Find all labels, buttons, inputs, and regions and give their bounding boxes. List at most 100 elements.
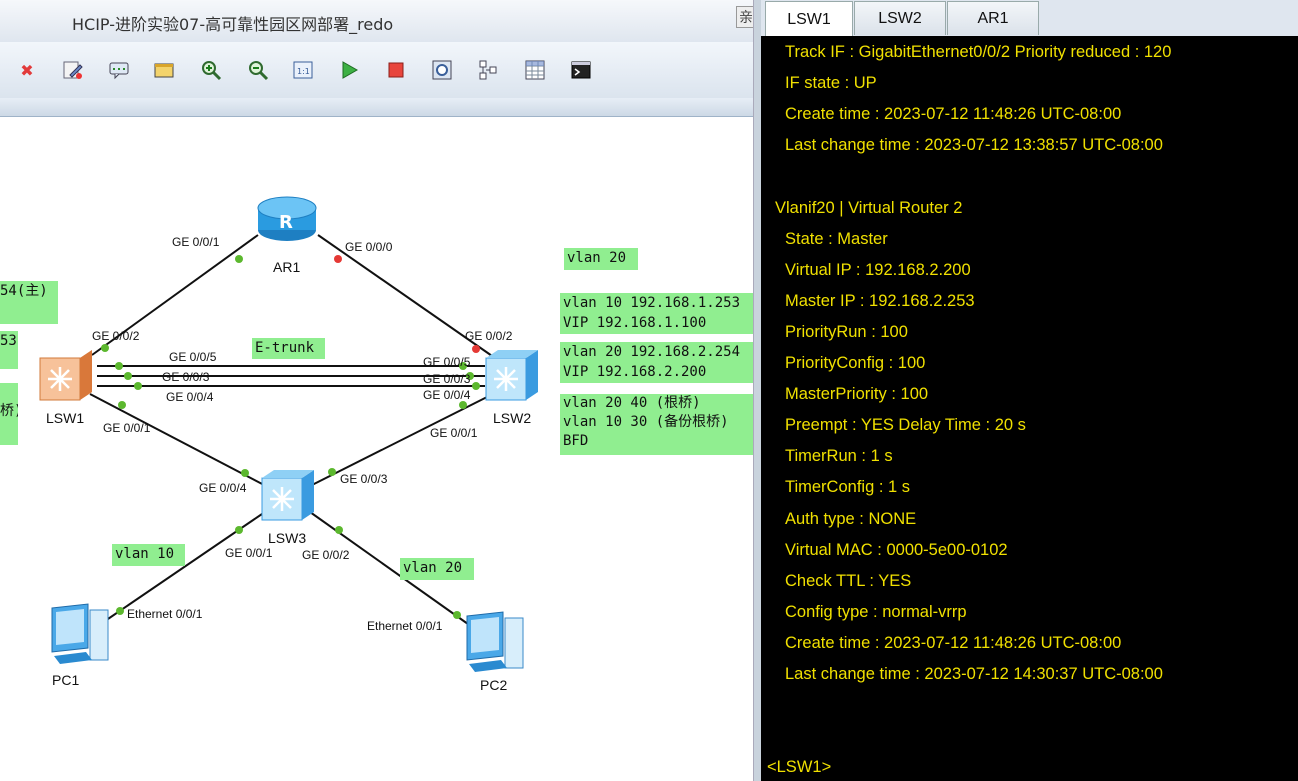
console-window: LSW1 LSW2 AR1 Track IF : GigabitEthernet… bbox=[761, 0, 1298, 781]
port-label: GE 0/0/3 bbox=[162, 370, 210, 384]
port-dot bbox=[472, 382, 480, 390]
device-label-lsw3: LSW3 bbox=[268, 530, 306, 546]
note-lsw2-vlan10[interactable]: vlan 10 192.168.1.253 VIP 192.168.1.100 bbox=[560, 293, 753, 334]
note-lsw2-root[interactable]: vlan 20 40 (根桥) vlan 10 30 (备份根桥) BFD bbox=[560, 394, 753, 455]
console-line: Virtual MAC : 0000-5e00-0102 bbox=[785, 540, 1008, 559]
close-icon[interactable]: ✖ bbox=[16, 59, 38, 81]
topology-canvas[interactable]: R AR1 LSW1 LSW2 LSW3 PC1 PC2 GE 0/0/1 GE… bbox=[0, 117, 753, 781]
console-line: State : Master bbox=[785, 229, 888, 248]
port-label: GE 0/0/3 bbox=[340, 472, 388, 486]
svg-text:1:1: 1:1 bbox=[297, 67, 310, 76]
tab-lsw2[interactable]: LSW2 bbox=[854, 1, 946, 35]
note-lsw2-vlan20[interactable]: vlan 20 192.168.2.254 VIP 192.168.2.200 bbox=[560, 342, 753, 383]
port-dot bbox=[124, 372, 132, 380]
console-line: Track IF : GigabitEthernet0/0/2 Priority… bbox=[785, 43, 1172, 61]
console-line: Create time : 2023-07-12 11:48:26 UTC-08… bbox=[785, 105, 1122, 124]
port-dot bbox=[134, 382, 142, 390]
console-line: Vlanif20 | Virtual Router 2 bbox=[775, 198, 963, 217]
note-left-c[interactable]: 桥) bbox=[0, 383, 18, 445]
window-title-edge: 亲 bbox=[736, 6, 753, 28]
port-label: GE 0/0/5 bbox=[423, 355, 471, 369]
console-line: TimerRun : 1 s bbox=[785, 447, 893, 466]
port-dot bbox=[101, 344, 109, 352]
port-label: GE 0/0/2 bbox=[92, 329, 140, 343]
port-label: GE 0/0/1 bbox=[225, 546, 273, 560]
port-dot bbox=[241, 469, 249, 477]
device-label-pc2: PC2 bbox=[480, 677, 507, 693]
port-label: GE 0/0/1 bbox=[172, 235, 220, 249]
capture-icon[interactable] bbox=[431, 59, 453, 81]
console-line: Auth type : NONE bbox=[785, 509, 917, 528]
device-label-lsw2: LSW2 bbox=[493, 410, 531, 426]
port-dot bbox=[334, 255, 342, 263]
switch-icon-lsw2 bbox=[485, 350, 538, 401]
port-label: Ethernet 0/0/1 bbox=[367, 619, 443, 633]
edit-icon[interactable] bbox=[62, 59, 84, 81]
port-label: GE 0/0/0 bbox=[345, 240, 393, 254]
device-label-pc1: PC1 bbox=[52, 672, 79, 688]
console-line: Create time : 2023-07-12 11:48:26 UTC-08… bbox=[785, 633, 1122, 652]
switch-icon-lsw3 bbox=[261, 470, 314, 521]
console-line: Preempt : YES Delay Time : 20 s bbox=[785, 416, 1026, 435]
port-label: GE 0/0/1 bbox=[430, 426, 478, 440]
terminal-icon[interactable] bbox=[570, 59, 592, 81]
toolbar: ✖ 1:1 bbox=[0, 42, 753, 99]
port-dot bbox=[235, 255, 243, 263]
port-dot bbox=[115, 362, 123, 370]
pc-icon-pc2 bbox=[466, 611, 524, 672]
port-dot bbox=[335, 526, 343, 534]
console-line: <LSW1> bbox=[767, 758, 832, 777]
topology-window: HCIP-进阶实验07-高可靠性园区网部署_redo 亲 ✖ 1:1 R AR1… bbox=[0, 0, 753, 781]
console-line: Master IP : 192.168.2.253 bbox=[785, 291, 975, 310]
port-dot bbox=[328, 468, 336, 476]
port-label: GE 0/0/4 bbox=[423, 388, 471, 402]
fit-icon[interactable]: 1:1 bbox=[292, 59, 314, 81]
port-label: GE 0/0/3 bbox=[423, 372, 471, 386]
console-line: Last change time : 2023-07-12 14:30:37 U… bbox=[785, 665, 1163, 683]
port-dot bbox=[459, 401, 467, 409]
window-title: HCIP-进阶实验07-高可靠性园区网部署_redo bbox=[72, 15, 394, 34]
port-label: GE 0/0/2 bbox=[302, 548, 350, 562]
grid-icon[interactable] bbox=[524, 59, 546, 81]
note-vlan20-top[interactable]: vlan 20 bbox=[564, 248, 638, 270]
console-line: PriorityRun : 100 bbox=[785, 322, 908, 341]
port-label: GE 0/0/1 bbox=[103, 421, 151, 435]
console-output[interactable]: Track IF : GigabitEthernet0/0/2 Priority… bbox=[761, 36, 1298, 781]
port-label: GE 0/0/4 bbox=[166, 390, 214, 404]
port-label: GE 0/0/2 bbox=[465, 329, 513, 343]
note-vlan10-pc[interactable]: vlan 10 bbox=[112, 544, 185, 566]
topology-icon[interactable] bbox=[477, 59, 499, 81]
tab-ar1[interactable]: AR1 bbox=[947, 1, 1039, 35]
sub-toolbar bbox=[0, 98, 753, 117]
switch-icon-lsw1 bbox=[39, 350, 92, 401]
console-tabs: LSW1 LSW2 AR1 bbox=[761, 0, 1298, 37]
console-line: Last change time : 2023-07-12 13:38:57 U… bbox=[785, 136, 1163, 155]
note-etrunk[interactable]: E-trunk bbox=[252, 338, 325, 359]
zoom-out-icon[interactable] bbox=[247, 59, 269, 81]
link-lsw1-lsw3 bbox=[89, 393, 267, 487]
note-vlan20-pc[interactable]: vlan 20 bbox=[400, 558, 474, 580]
router-icon: R bbox=[257, 196, 317, 241]
rectangle-icon[interactable] bbox=[153, 59, 175, 81]
console-line: Config type : normal-vrrp bbox=[785, 602, 967, 621]
port-label: GE 0/0/4 bbox=[199, 481, 247, 495]
stop-icon[interactable] bbox=[385, 59, 407, 81]
console-line: MasterPriority : 100 bbox=[785, 385, 929, 404]
comment-icon[interactable] bbox=[108, 59, 130, 81]
pc-icon-pc1 bbox=[51, 603, 109, 664]
device-label-ar1: AR1 bbox=[273, 259, 300, 275]
svg-text:R: R bbox=[279, 212, 293, 233]
note-left-a[interactable]: 54(主) bbox=[0, 281, 58, 324]
zoom-in-icon[interactable] bbox=[200, 59, 222, 81]
console-line: PriorityConfig : 100 bbox=[785, 354, 926, 372]
tab-lsw1[interactable]: LSW1 bbox=[765, 1, 853, 37]
port-dot bbox=[116, 607, 124, 615]
title-bar: HCIP-进阶实验07-高可靠性园区网部署_redo 亲 bbox=[0, 0, 753, 42]
port-label: GE 0/0/5 bbox=[169, 350, 217, 364]
port-dot bbox=[472, 345, 480, 353]
console-line: TimerConfig : 1 s bbox=[785, 478, 911, 497]
port-dot bbox=[118, 401, 126, 409]
play-icon[interactable] bbox=[338, 59, 360, 81]
device-label-lsw1: LSW1 bbox=[46, 410, 84, 426]
note-left-b[interactable]: 53 bbox=[0, 331, 18, 369]
